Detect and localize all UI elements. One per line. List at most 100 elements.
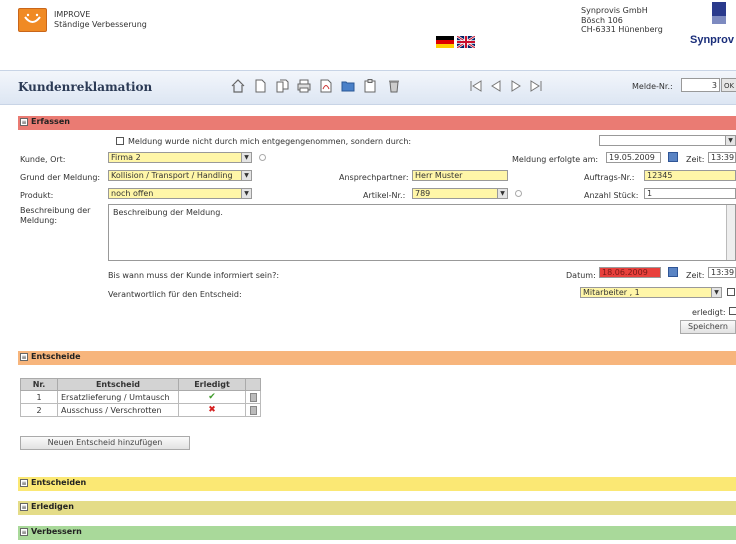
ok-button[interactable]: OK [721,78,736,92]
table-row[interactable]: 1 Ersatzlieferung / Umtausch ✔ [20,390,261,404]
anzahl-input[interactable]: 1 [644,188,736,199]
expand-toggle-icon[interactable]: ≡ [20,503,28,511]
copy-document-icon[interactable] [274,78,290,94]
section-entscheide-label: Entscheide [31,352,81,361]
kunde-label: Kunde, Ort: [20,155,66,164]
section-entscheide[interactable]: ≡ Entscheide [18,351,736,365]
auftrags-nr-label: Auftrags-Nr.: [584,173,635,182]
erledigt-label: erledigt: [692,308,726,317]
new-document-icon[interactable] [252,78,268,94]
company-line: CH-6331 Hünenberg [581,25,663,34]
ansprechpartner-label: Ansprechpartner: [339,173,409,182]
calendar-icon[interactable] [668,152,678,162]
company-address: Synprovis GmbH Bösch 106 CH-6331 Hünenbe… [581,6,663,35]
entscheide-table: Nr. Entscheid Erledigt 1 Ersatzlieferung… [20,378,261,417]
table-row[interactable]: 2 Ausschuss / Verschrotten ✖ [20,403,261,417]
produkt-value: noch offen [111,189,154,198]
table-header [245,378,261,391]
table-header: Erledigt [178,378,246,391]
expand-toggle-icon[interactable]: ≡ [20,528,28,536]
auftrags-nr-input[interactable]: 12345 [644,170,736,181]
last-icon[interactable] [528,78,544,94]
zeit-label: Zeit: [686,155,705,164]
print-icon[interactable] [296,78,312,94]
textarea-scrollbar[interactable] [726,205,735,260]
zeit-label-2: Zeit: [686,271,705,280]
uk-flag-icon[interactable] [456,35,476,49]
meldung-am-input[interactable]: 19.05.2009 [606,152,661,163]
company-line: Bösch 106 [581,15,623,25]
search-icon[interactable] [259,154,266,161]
verantwortlich-value: Mitarbeiter , 1 [583,288,640,297]
page-title: Kundenreklamation [18,80,153,94]
row-entscheid[interactable]: Ausschuss / Verschrotten [57,403,179,417]
search-icon[interactable] [515,190,522,197]
verantwortlich-label: Verantwortlich für den Entscheid: [108,290,242,299]
grund-value: Kollision / Transport / Handling [111,171,233,180]
meldung-am-label: Meldung erfolgte am: [512,155,599,164]
not-received-checkbox[interactable] [116,137,124,145]
folder-icon[interactable] [340,78,356,94]
chevron-down-icon: ▼ [725,136,735,145]
melde-nr-input[interactable]: 3 [681,78,720,92]
speichern-button[interactable]: Speichern [680,320,736,334]
not-received-label: Meldung wurde nicht durch mich entgegeng… [128,137,412,146]
next-icon[interactable] [508,78,524,94]
expand-toggle-icon[interactable]: ≡ [20,118,28,126]
kunde-select[interactable]: Firma 2 ▼ [108,152,252,163]
row-nr: 1 [20,390,58,404]
row-nr: 2 [20,403,58,417]
ansprechpartner-input[interactable]: Herr Muster [412,170,508,181]
not-done-cross-icon: ✖ [178,403,246,417]
zeit-input[interactable]: 13:39 [708,152,736,163]
chevron-down-icon: ▼ [497,189,507,198]
row-delete-cell[interactable] [245,403,261,417]
beschreibung-label-2: Meldung: [20,216,58,225]
row-entscheid[interactable]: Ersatzlieferung / Umtausch [57,390,179,404]
grund-label: Grund der Meldung: [20,173,101,182]
clipboard-icon[interactable] [362,78,378,94]
trash-icon[interactable] [249,392,257,402]
calendar-icon[interactable] [668,267,678,277]
improve-logo [18,8,47,32]
beschreibung-textarea[interactable]: Beschreibung der Meldung. [108,204,736,261]
datum-input[interactable]: 18.06.2009 [599,267,661,278]
anzahl-label: Anzahl Stück: [584,191,639,200]
produkt-select[interactable]: noch offen ▼ [108,188,252,199]
first-icon[interactable] [468,78,484,94]
artikel-nr-value: 789 [415,189,431,198]
section-erledigen[interactable]: ≡ Erledigen [18,501,736,515]
previous-icon[interactable] [488,78,504,94]
table-header: Nr. [20,378,58,391]
beschreibung-label: Beschreibung der [20,206,91,215]
grund-select[interactable]: Kollision / Transport / Handling ▼ [108,170,252,181]
section-verbessern[interactable]: ≡ Verbessern [18,526,736,540]
expand-toggle-icon[interactable]: ≡ [20,479,28,487]
section-verbessern-label: Verbessern [31,527,82,536]
artikel-nr-label: Artikel-Nr.: [363,191,406,200]
expand-toggle-icon[interactable]: ≡ [20,353,28,361]
mail-icon[interactable] [727,288,735,296]
beschreibung-value: Beschreibung der Meldung. [113,208,223,217]
trash-icon[interactable] [249,405,257,415]
home-icon[interactable] [230,78,246,94]
produkt-label: Produkt: [20,191,54,200]
row-delete-cell[interactable] [245,390,261,404]
app-subtitle: Ständige Verbesserung [54,20,147,29]
erledigt-checkbox[interactable] [729,307,736,315]
german-flag-icon[interactable] [436,36,454,48]
zeit-input-2[interactable]: 13:39 [708,267,736,278]
verantwortlich-select[interactable]: Mitarbeiter , 1 ▼ [580,287,722,298]
section-erfassen[interactable]: ≡ Erfassen [18,116,736,130]
table-header: Entscheid [57,378,179,391]
section-entscheiden[interactable]: ≡ Entscheiden [18,477,736,491]
bis-wann-label: Bis wann muss der Kunde informiert sein?… [108,271,280,280]
received-by-select[interactable]: ▼ [599,135,736,146]
melde-nr-label: Melde-Nr.: [632,82,673,91]
done-check-icon: ✔ [178,390,246,404]
artikel-nr-select[interactable]: 789 ▼ [412,188,508,199]
pdf-icon[interactable] [318,78,334,94]
app-name: IMPROVE [54,10,91,19]
add-entscheid-button[interactable]: Neuen Entscheid hinzufügen [20,436,190,450]
trash-icon[interactable] [386,78,402,94]
